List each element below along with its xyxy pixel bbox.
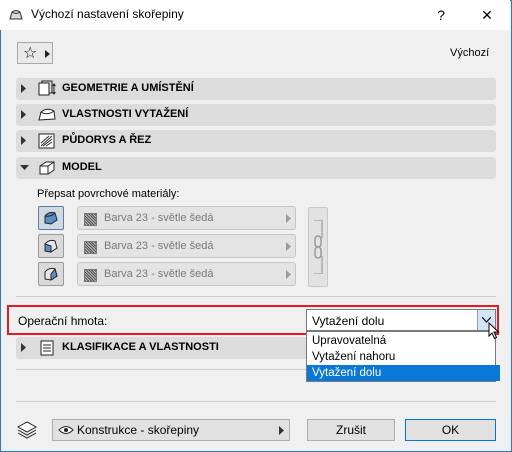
eye-icon	[58, 426, 74, 434]
extrusion-icon	[38, 108, 56, 121]
layer-icon	[15, 419, 39, 441]
favorite-name: Výchozí	[450, 47, 490, 59]
dropdown-option-selected[interactable]: Vytažení dolu	[307, 365, 500, 381]
material-field-bottom[interactable]: Barva 23 - světle šedá	[77, 262, 296, 286]
ok-button[interactable]: OK	[405, 419, 496, 441]
panel-label: MODEL	[62, 161, 102, 173]
material-field-side[interactable]: Barva 23 - světle šedá	[77, 234, 296, 258]
close-button[interactable]: ✕	[464, 0, 510, 30]
chevron-right-icon	[286, 270, 291, 279]
material-swatch	[84, 241, 97, 254]
divider	[16, 296, 496, 297]
override-materials-label: Přepsat povrchové materiály:	[37, 188, 180, 200]
layer-select[interactable]: Konstrukce - skořepiny	[52, 419, 290, 441]
dropdown-option[interactable]: Vytažení nahoru	[307, 349, 500, 365]
chevron-down-icon	[20, 165, 29, 170]
dialog-title: Výchozí nastavení skořepiny	[31, 7, 184, 21]
material-field-top[interactable]: Barva 23 - světle šedá	[77, 206, 296, 230]
surface-bottom-button[interactable]	[38, 262, 64, 286]
chevron-right-icon	[286, 242, 291, 251]
cancel-button[interactable]: Zrušit	[307, 419, 395, 441]
surface-side-icon	[44, 239, 58, 253]
chevron-right-icon	[21, 343, 26, 352]
chevron-right-icon	[286, 214, 291, 223]
panel-label: KLASIFIKACE A VLASTNOSTI	[62, 341, 219, 353]
panel-label: PŮDORYS A ŘEZ	[62, 134, 152, 146]
divider	[16, 401, 496, 402]
chevron-right-icon	[279, 426, 284, 435]
material-name: Barva 23 - světle šedá	[104, 268, 214, 280]
material-name: Barva 23 - světle šedá	[104, 240, 214, 252]
classification-icon	[40, 340, 54, 356]
surface-side-button[interactable]	[38, 234, 64, 258]
chevron-right-icon	[21, 84, 26, 93]
panel-extrusion-properties[interactable]: VLASTNOSTI VYTAŽENÍ	[16, 104, 496, 126]
panel-floorplan-section[interactable]: PŮDORYS A ŘEZ	[16, 130, 496, 152]
surface-bottom-icon	[44, 267, 58, 281]
surface-top-button[interactable]	[38, 206, 64, 230]
chevron-right-icon	[45, 50, 50, 58]
shell-app-icon	[8, 7, 24, 23]
chain-link-icon	[314, 220, 323, 274]
panel-geometry[interactable]: GEOMETRIE A UMÍSTĚNÍ	[16, 78, 496, 100]
star-icon: ☆	[23, 45, 38, 62]
panel-model[interactable]: MODEL	[16, 157, 496, 179]
operation-selected-value: Vytažení dolu	[312, 314, 385, 328]
model-icon	[39, 161, 55, 175]
chevron-right-icon	[21, 110, 26, 119]
geometry-icon	[38, 80, 56, 96]
panel-label: VLASTNOSTI VYTAŽENÍ	[62, 108, 189, 120]
material-swatch	[84, 213, 97, 226]
surface-top-icon	[44, 211, 58, 225]
floorplan-section-icon	[38, 133, 55, 149]
help-button[interactable]: ?	[418, 0, 464, 30]
material-name: Barva 23 - světle šedá	[104, 212, 214, 224]
panel-label: GEOMETRIE A UMÍSTĚNÍ	[62, 82, 194, 94]
chevron-right-icon	[21, 136, 26, 145]
operation-dropdown-list: Upravovatelná Vytažení nahoru Vytažení d…	[306, 331, 500, 382]
material-swatch	[84, 269, 97, 282]
favorites-button[interactable]: ☆	[17, 42, 53, 64]
operation-label: Operační hmota:	[18, 314, 108, 328]
mouse-cursor-icon	[488, 322, 500, 340]
layer-value: Konstrukce - skořepiny	[77, 423, 200, 437]
link-materials-button[interactable]	[308, 207, 328, 287]
dropdown-option[interactable]: Upravovatelná	[307, 333, 500, 349]
operation-select[interactable]: Vytažení dolu	[306, 309, 496, 331]
